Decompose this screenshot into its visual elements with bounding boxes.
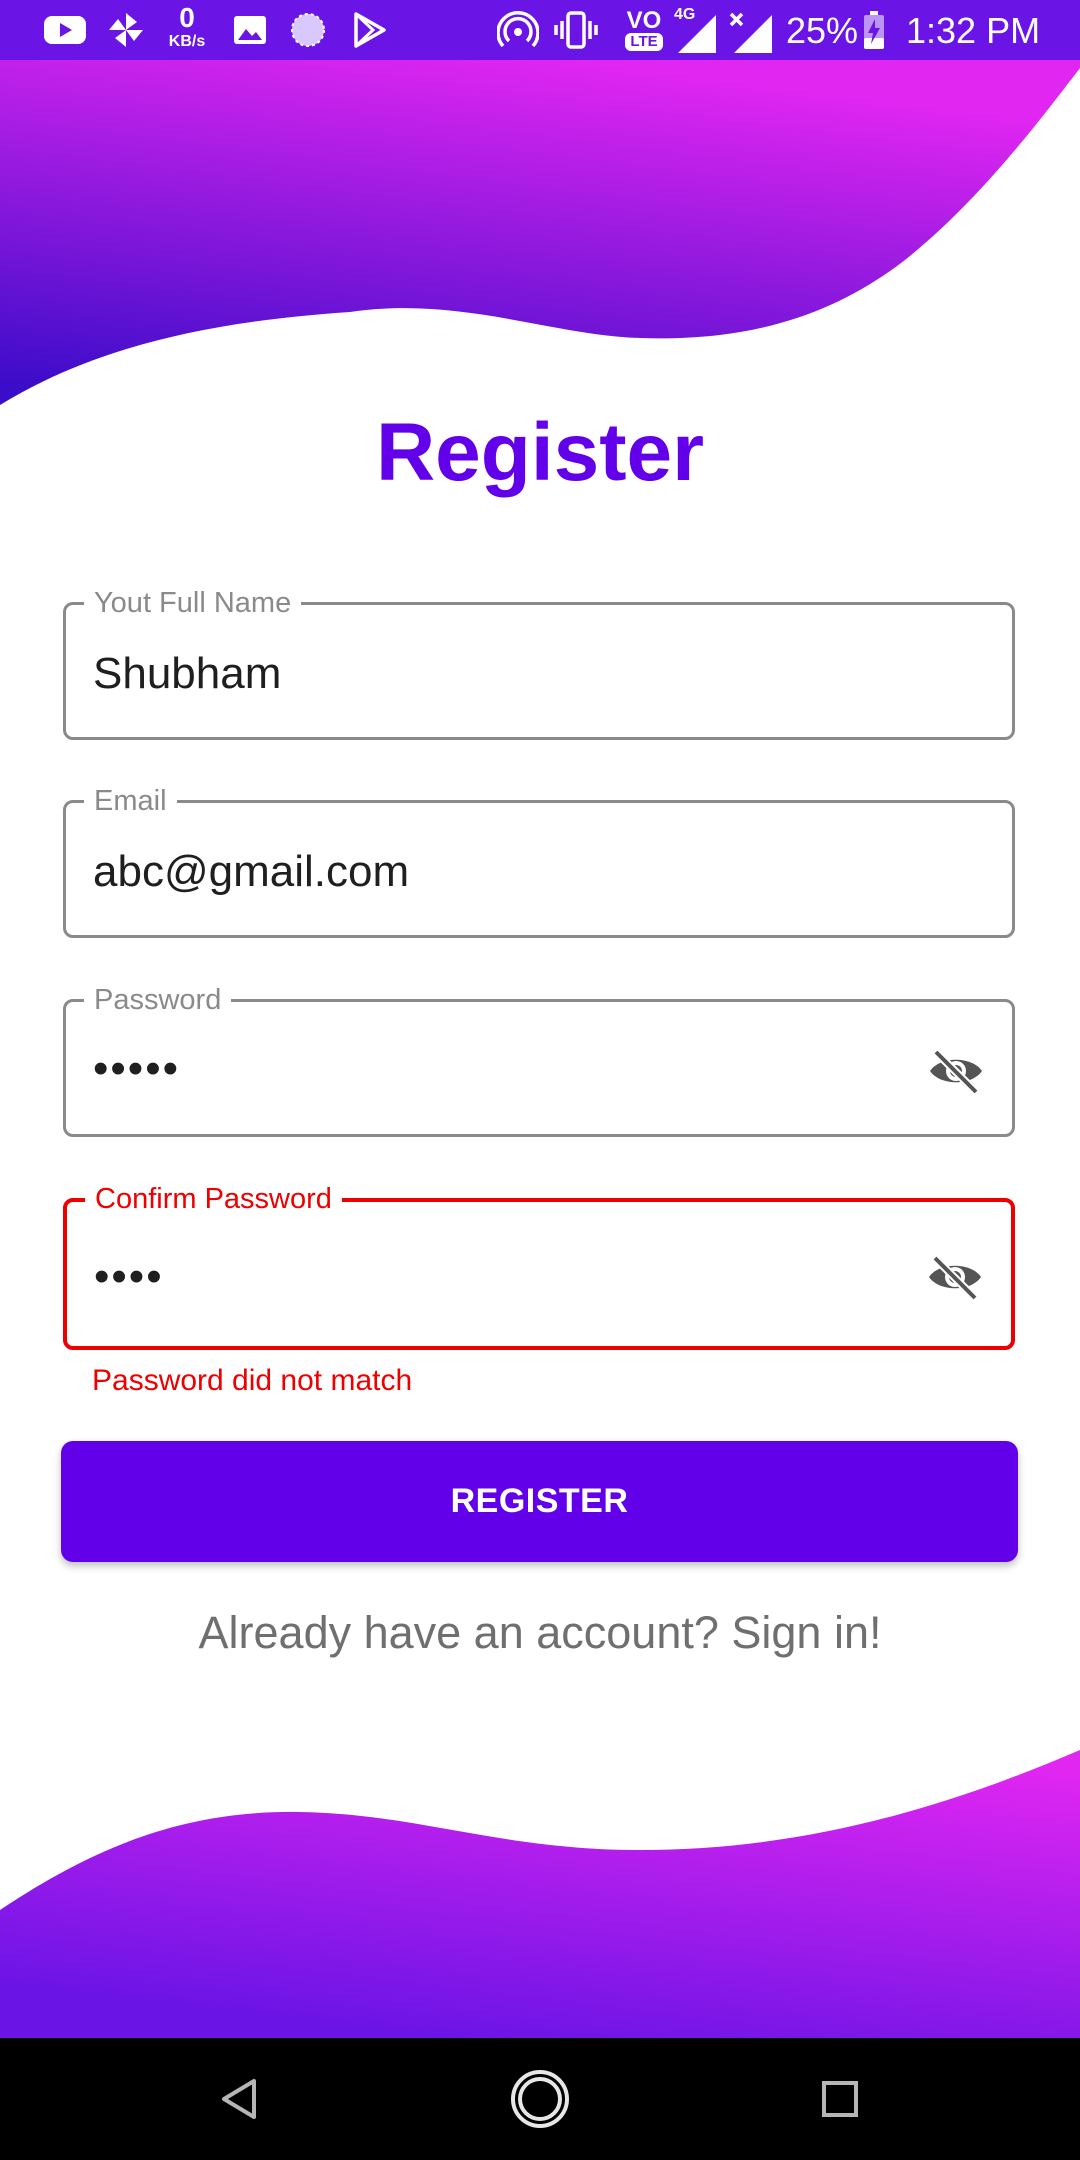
gallery-icon <box>230 0 270 60</box>
navigation-bar <box>0 2038 1080 2160</box>
register-button[interactable]: REGISTER <box>61 1441 1018 1562</box>
pinwheel-icon <box>104 0 148 60</box>
sign-in-link[interactable]: Already have an account? Sign in! <box>0 1607 1080 1659</box>
battery-charging-icon <box>860 0 888 60</box>
volte-icon: VO LTE <box>620 0 668 60</box>
eye-off-icon[interactable] <box>926 1046 986 1096</box>
email-field[interactable]: Email abc@gmail.com <box>63 781 1015 938</box>
password-input[interactable]: ••••• <box>93 1042 892 1096</box>
top-wave-decoration <box>0 60 1080 405</box>
recents-icon[interactable] <box>780 2038 900 2160</box>
clock-time: 1:32 PM <box>906 10 1041 51</box>
page-title: Register <box>375 407 705 498</box>
net-speed-indicator: 0 KB/s <box>162 4 212 50</box>
signal-x-icon <box>728 0 774 60</box>
home-icon[interactable] <box>480 2038 600 2160</box>
signal-icon: 4G <box>672 0 718 60</box>
full-name-field[interactable]: Yout Full Name Shubham <box>63 583 1015 740</box>
lte-label: LTE <box>625 33 663 51</box>
full-name-label: Yout Full Name <box>84 583 302 623</box>
battery-percent: 25% <box>786 10 859 51</box>
confirm-password-input[interactable]: •••• <box>94 1250 891 1304</box>
confirm-password-label: Confirm Password <box>85 1179 342 1219</box>
status-bar: 0 KB/s VO LTE 4G 25% 1:32 PM <box>0 0 1080 60</box>
full-name-input[interactable]: Shubham <box>93 647 892 701</box>
confirm-password-field[interactable]: Confirm Password •••• <box>63 1179 1015 1350</box>
password-label: Password <box>84 980 232 1020</box>
net-speed-value: 0 <box>179 2 195 33</box>
volte-label: VO <box>626 7 662 34</box>
play-store-icon <box>350 0 390 60</box>
password-field[interactable]: Password ••••• <box>63 980 1015 1137</box>
back-icon[interactable] <box>180 2038 300 2160</box>
youtube-icon <box>42 0 88 60</box>
confirm-password-error: Password did not match <box>92 1364 413 1397</box>
vibrate-icon <box>552 0 600 60</box>
email-label: Email <box>84 781 177 821</box>
eye-off-icon[interactable] <box>925 1252 985 1302</box>
network-type-label: 4G <box>674 6 696 23</box>
net-speed-unit: KB/s <box>168 33 206 50</box>
bottom-wave-decoration <box>0 1750 1080 2040</box>
hotspot-icon <box>496 0 540 60</box>
circle-app-icon <box>288 0 328 60</box>
email-input[interactable]: abc@gmail.com <box>93 845 892 899</box>
register-screen: 0 KB/s VO LTE 4G 25% 1:32 PM Register Yo… <box>0 0 1080 2160</box>
